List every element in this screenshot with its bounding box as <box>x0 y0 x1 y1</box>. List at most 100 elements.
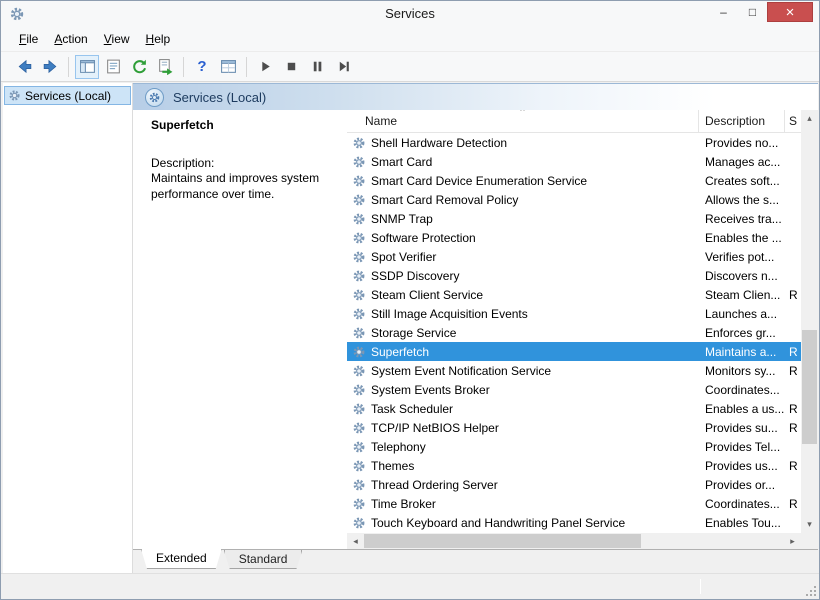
refresh-button[interactable] <box>127 55 151 79</box>
service-row[interactable]: Time Broker Coordinates... R <box>347 494 801 513</box>
service-row[interactable]: Task Scheduler Enables a us... R <box>347 399 801 418</box>
service-name: Telephony <box>371 439 426 454</box>
snapin-header: Services (Local) <box>133 83 818 110</box>
service-row[interactable]: System Events Broker Coordinates... <box>347 380 801 399</box>
description-label: Description: <box>151 156 215 170</box>
service-row[interactable]: Steam Client Service Steam Clien... R <box>347 285 801 304</box>
service-description: Maintains a... <box>705 344 777 359</box>
stop-icon <box>287 62 295 71</box>
gear-icon <box>8 89 21 102</box>
service-description: Provides no... <box>705 135 779 150</box>
tab-extended[interactable]: Extended <box>141 549 222 569</box>
view-panels-icon <box>220 60 236 73</box>
gear-icon <box>352 402 366 416</box>
vertical-scroll-thumb[interactable] <box>802 329 817 445</box>
view-tabs: Extended Standard <box>133 549 818 573</box>
service-description: Enforces gr... <box>705 325 776 340</box>
service-row[interactable]: Smart Card Removal Policy Allows the s..… <box>347 190 801 209</box>
tree-item-services-local[interactable]: Services (Local) <box>4 86 131 105</box>
restart-service-button[interactable] <box>331 55 355 79</box>
pause-service-button[interactable] <box>305 55 329 79</box>
service-description: Provides us... <box>705 458 778 473</box>
service-row[interactable]: Telephony Provides Tel... <box>347 437 801 456</box>
service-name: TCP/IP NetBIOS Helper <box>371 420 499 435</box>
service-status: R <box>789 363 798 378</box>
service-status: R <box>789 287 798 302</box>
service-name: Thread Ordering Server <box>371 477 498 492</box>
gear-icon <box>352 421 366 435</box>
service-row[interactable]: Storage Service Enforces gr... <box>347 323 801 342</box>
service-row[interactable]: System Event Notification Service Monito… <box>347 361 801 380</box>
service-name: Time Broker <box>371 496 436 511</box>
stop-service-button[interactable] <box>279 55 303 79</box>
view-button[interactable] <box>216 55 240 79</box>
service-description: Coordinates... <box>705 496 780 511</box>
scroll-up-icon[interactable]: ▴ <box>801 110 818 127</box>
column-header-name[interactable]: Name ˆ <box>347 110 699 132</box>
service-row[interactable]: Touch Keyboard and Handwriting Panel Ser… <box>347 513 801 532</box>
scroll-left-icon[interactable]: ◂ <box>347 533 364 549</box>
tree-item-label: Services (Local) <box>25 88 112 103</box>
service-status: R <box>789 458 798 473</box>
help-icon: ? <box>197 58 207 75</box>
window-title: Services <box>385 6 435 21</box>
resize-grip[interactable] <box>803 583 817 597</box>
start-service-button[interactable] <box>253 55 277 79</box>
statusbar-divider <box>700 579 701 594</box>
service-row[interactable]: Smart Card Manages ac... <box>347 152 801 171</box>
scrollbar-corner <box>801 533 818 549</box>
services-window: Services – □ × File Action View Help ? S… <box>0 0 820 600</box>
menu-help[interactable]: Help <box>138 29 179 49</box>
tab-standard[interactable]: Standard <box>224 550 303 569</box>
service-row[interactable]: TCP/IP NetBIOS Helper Provides su... R <box>347 418 801 437</box>
gear-icon <box>352 269 366 283</box>
toolbar-separator <box>183 56 184 77</box>
gear-icon <box>352 326 366 340</box>
properties-button[interactable] <box>101 55 125 79</box>
scroll-down-icon[interactable]: ▾ <box>801 516 818 533</box>
export-list-button[interactable] <box>153 55 177 79</box>
play-icon <box>261 61 270 72</box>
service-name: System Event Notification Service <box>371 363 552 378</box>
service-row[interactable]: SSDP Discovery Discovers n... <box>347 266 801 285</box>
menu-view[interactable]: View <box>96 29 138 49</box>
service-row[interactable]: Shell Hardware Detection Provides no... <box>347 133 801 152</box>
service-row[interactable]: Software Protection Enables the ... <box>347 228 801 247</box>
service-name: Touch Keyboard and Handwriting Panel Ser… <box>371 515 626 530</box>
vertical-scrollbar[interactable]: ▴ ▾ <box>801 110 818 533</box>
gear-icon <box>352 497 366 511</box>
horizontal-scrollbar[interactable]: ◂ ▸ <box>347 533 801 549</box>
gear-icon <box>352 364 366 378</box>
service-row[interactable]: Thread Ordering Server Provides or... <box>347 475 801 494</box>
service-description: Discovers n... <box>705 268 778 283</box>
service-name: Still Image Acquisition Events <box>371 306 528 321</box>
service-row[interactable]: Spot Verifier Verifies pot... <box>347 247 801 266</box>
close-button[interactable]: × <box>767 2 813 22</box>
service-description: Verifies pot... <box>705 249 775 264</box>
forward-arrow-icon <box>43 59 56 74</box>
column-header-status[interactable]: S <box>785 110 801 132</box>
service-row[interactable]: Themes Provides us... R <box>347 456 801 475</box>
forward-button[interactable] <box>38 55 62 79</box>
help-button[interactable]: ? <box>190 55 214 79</box>
service-description: Enables the ... <box>705 230 782 245</box>
titlebar[interactable]: Services – □ × <box>1 1 819 27</box>
properties-icon <box>106 59 120 74</box>
service-row[interactable]: Smart Card Device Enumeration Service Cr… <box>347 171 801 190</box>
menu-file[interactable]: File <box>11 29 46 49</box>
extended-description-pane: Superfetch Description: Maintains and im… <box>133 110 347 549</box>
column-header-description[interactable]: Description <box>699 110 785 132</box>
service-description: Steam Clien... <box>705 287 781 302</box>
menu-action[interactable]: Action <box>46 29 95 49</box>
minimize-button[interactable]: – <box>709 2 738 22</box>
scroll-right-icon[interactable]: ▸ <box>784 533 801 549</box>
snapin-title: Services (Local) <box>173 89 267 105</box>
gear-icon <box>352 212 366 226</box>
service-row[interactable]: Still Image Acquisition Events Launches … <box>347 304 801 323</box>
show-hide-console-tree-button[interactable] <box>75 54 99 79</box>
horizontal-scroll-thumb[interactable] <box>364 534 641 548</box>
service-row[interactable]: Superfetch Maintains a... R <box>347 342 801 361</box>
back-button[interactable] <box>12 55 36 79</box>
service-row[interactable]: SNMP Trap Receives tra... <box>347 209 801 228</box>
maximize-button[interactable]: □ <box>738 2 767 22</box>
